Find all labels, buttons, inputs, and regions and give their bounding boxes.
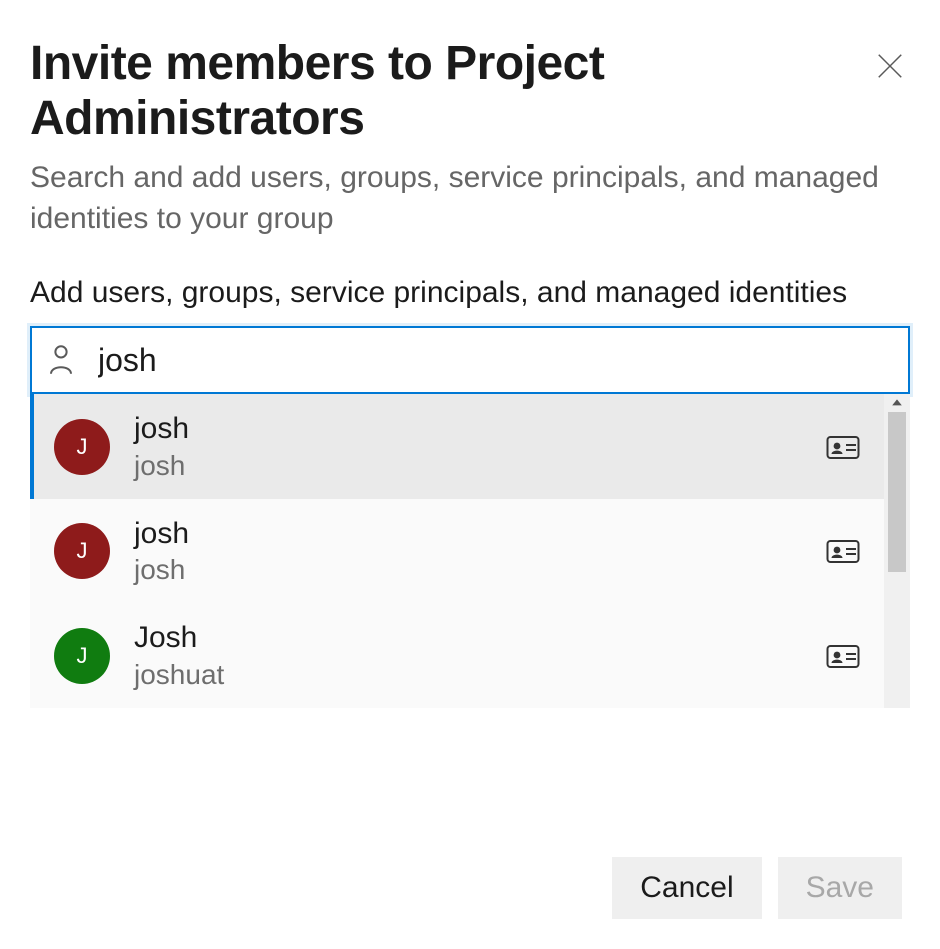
panel-footer: Cancel Save: [30, 833, 910, 949]
scroll-track[interactable]: [884, 572, 910, 708]
close-button[interactable]: [870, 46, 910, 86]
avatar: J: [54, 628, 110, 684]
suggestions-dropdown: JjoshjoshJjoshjoshJJoshjoshuat: [30, 394, 910, 708]
contact-card-icon: [826, 537, 860, 565]
panel-title: Invite members to Project Administrators: [30, 36, 870, 146]
suggestion-secondary: josh: [134, 448, 802, 483]
suggestion-item[interactable]: J Joshjoshuat: [30, 603, 884, 708]
suggestion-item[interactable]: Jjoshjosh: [30, 394, 884, 499]
suggestion-secondary: josh: [134, 552, 802, 587]
suggestion-texts: Joshjoshuat: [134, 619, 802, 692]
contact-card-icon: [826, 433, 860, 461]
scrollbar[interactable]: [884, 394, 910, 708]
suggestion-secondary: joshuat: [134, 657, 802, 692]
suggestion-texts: joshjosh: [134, 515, 802, 588]
contact-card-icon: [826, 642, 860, 670]
avatar: J: [54, 523, 110, 579]
search-input[interactable]: [98, 342, 896, 379]
panel-header: Invite members to Project Administrators: [30, 36, 910, 146]
person-icon: [48, 345, 74, 375]
search-label: Add users, groups, service principals, a…: [30, 273, 910, 312]
suggestion-display-name: josh: [134, 515, 802, 553]
suggestion-display-name: josh: [134, 410, 802, 448]
close-icon: [875, 51, 905, 81]
panel-subtitle: Search and add users, groups, service pr…: [30, 158, 910, 239]
scroll-up-icon[interactable]: [884, 394, 910, 412]
avatar: J: [54, 419, 110, 475]
suggestion-display-name: Josh: [134, 619, 802, 657]
save-button[interactable]: Save: [778, 857, 902, 919]
scroll-thumb[interactable]: [888, 412, 906, 572]
cancel-button[interactable]: Cancel: [612, 857, 761, 919]
suggestion-texts: joshjosh: [134, 410, 802, 483]
suggestions-list: JjoshjoshJjoshjoshJJoshjoshuat: [30, 394, 884, 708]
suggestion-item[interactable]: Jjoshjosh: [30, 499, 884, 604]
invite-members-panel: Invite members to Project Administrators…: [0, 0, 940, 949]
search-field[interactable]: [30, 326, 910, 394]
